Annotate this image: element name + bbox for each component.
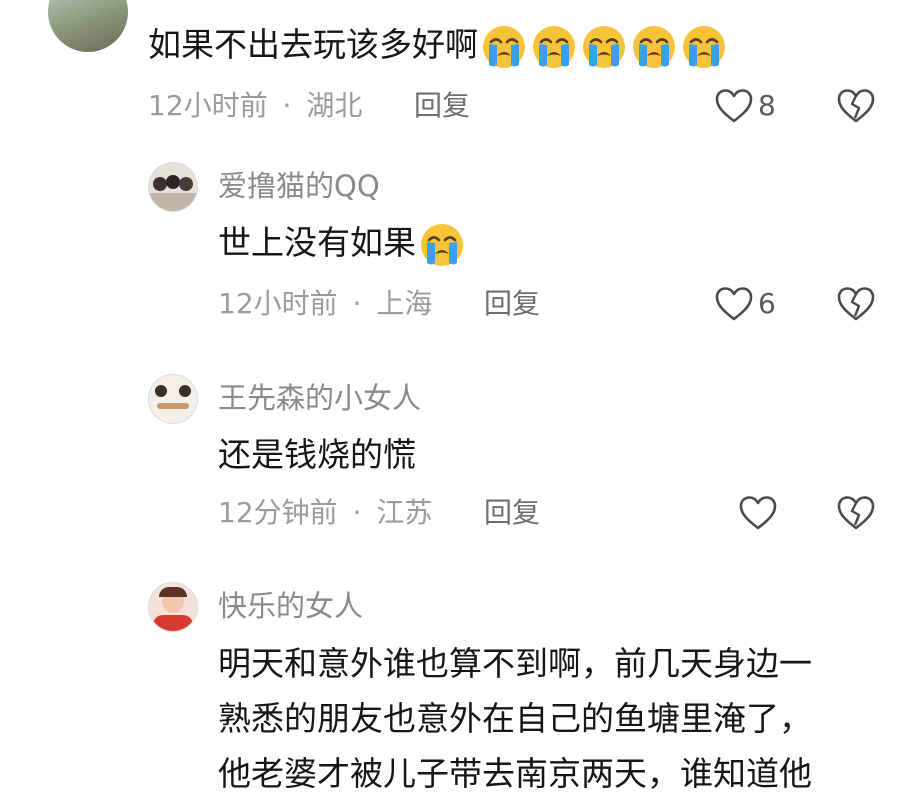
separator: · xyxy=(282,89,292,122)
crying-emoji-icon xyxy=(418,221,466,269)
comment-text: 世上没有如果 xyxy=(218,216,466,270)
dislike-icon[interactable] xyxy=(836,286,876,322)
location: 江苏 xyxy=(376,496,433,529)
emoji-row xyxy=(478,25,728,68)
comment-text: 还是钱烧的慌 xyxy=(218,435,416,474)
separator: · xyxy=(352,287,362,320)
crying-emoji-icon xyxy=(480,23,528,71)
like-count: 8 xyxy=(758,89,776,122)
avatar[interactable] xyxy=(48,0,128,52)
like-count: 6 xyxy=(758,287,776,320)
location: 湖北 xyxy=(306,89,363,122)
reply-button[interactable]: 回复 xyxy=(484,493,540,533)
avatar[interactable] xyxy=(148,582,198,632)
username[interactable]: 爱撸猫的QQ xyxy=(218,166,380,206)
comment-text: 如果不出去玩该多好啊 xyxy=(148,20,728,70)
comment-line: 明天和意外谁也算不到啊，前几天身边一 xyxy=(218,644,812,683)
timestamp: 12分钟前 xyxy=(218,496,338,529)
comment-line: 熟悉的朋友也意外在自己的鱼塘里淹了， xyxy=(218,699,812,738)
username[interactable]: 王先森的小女人 xyxy=(218,378,421,418)
comment-text-body: 如果不出去玩该多好啊 xyxy=(148,25,478,64)
timestamp: 12小时前 xyxy=(148,89,268,122)
dislike-icon[interactable] xyxy=(836,495,876,531)
crying-emoji-icon xyxy=(580,23,628,71)
comment-meta: 12分钟前 · 江苏 xyxy=(218,493,432,533)
like-icon[interactable] xyxy=(714,286,754,322)
comment-meta: 12小时前 · 湖北 xyxy=(148,86,362,126)
like-icon[interactable] xyxy=(714,88,754,124)
avatar[interactable] xyxy=(148,374,198,424)
username[interactable]: 快乐的女人 xyxy=(218,586,363,626)
dislike-icon[interactable] xyxy=(836,88,876,124)
comment-meta: 12小时前 · 上海 xyxy=(218,284,432,324)
comment-text: 明天和意外谁也算不到啊，前几天身边一 熟悉的朋友也意外在自己的鱼塘里淹了， 他老… xyxy=(218,636,918,804)
crying-emoji-icon xyxy=(416,223,466,266)
avatar[interactable] xyxy=(148,162,198,212)
comment-text-body: 世上没有如果 xyxy=(218,223,416,262)
reply-button[interactable]: 回复 xyxy=(484,284,540,324)
crying-emoji-icon xyxy=(630,23,678,71)
timestamp: 12小时前 xyxy=(218,287,338,320)
like-icon[interactable] xyxy=(738,495,778,531)
reply-button[interactable]: 回复 xyxy=(414,86,470,126)
separator: · xyxy=(352,496,362,529)
location: 上海 xyxy=(376,287,433,320)
crying-emoji-icon xyxy=(530,23,578,71)
comment-line: 他老婆才被儿子带去南京两天，谁知道他 xyxy=(218,754,812,793)
crying-emoji-icon xyxy=(680,23,728,71)
